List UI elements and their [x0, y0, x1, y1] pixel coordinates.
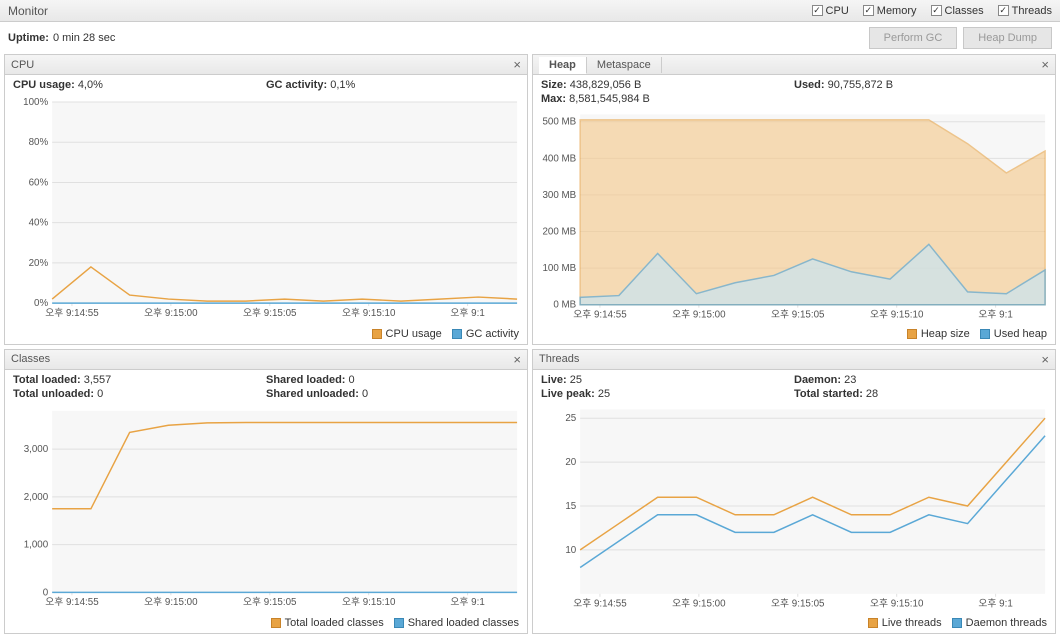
close-icon[interactable]: × [513, 352, 521, 367]
svg-text:25: 25 [565, 413, 576, 424]
threads-panel-title: Threads [539, 353, 579, 365]
swatch-orange-icon [271, 618, 281, 628]
svg-text:100%: 100% [23, 97, 48, 108]
svg-text:오후 9:15:05: 오후 9:15:05 [771, 597, 825, 609]
svg-text:오후 9:15:10: 오후 9:15:10 [870, 308, 924, 320]
tab-metaspace[interactable]: Metaspace [587, 57, 662, 73]
check-icon: ✓ [863, 5, 874, 16]
cpu-legend: CPU usage GC activity [5, 326, 527, 344]
svg-text:100 MB: 100 MB [542, 263, 576, 274]
svg-text:오후 9:1: 오후 9:1 [450, 596, 484, 608]
svg-text:오후 9:14:55: 오후 9:14:55 [573, 597, 627, 609]
heap-panel: Heap Metaspace × Size: 438,829,056 B Use… [532, 54, 1056, 345]
toolbar: Uptime: 0 min 28 sec Perform GC Heap Dum… [0, 22, 1060, 54]
threads-legend: Live threads Daemon threads [533, 615, 1055, 633]
svg-text:오후 9:15:00: 오후 9:15:00 [144, 307, 198, 319]
svg-text:15: 15 [565, 501, 576, 512]
svg-text:오후 9:15:05: 오후 9:15:05 [243, 596, 297, 608]
swatch-orange-icon [907, 329, 917, 339]
threads-chart: 10 15 20 25 오후 9:14:55 오후 9:15:00 오후 9:15:05 오후… [533, 402, 1055, 615]
svg-text:오후 9:15:10: 오후 9:15:10 [342, 307, 396, 319]
uptime-value: 0 min 28 sec [53, 32, 115, 44]
threads-panel-header: Threads × [533, 350, 1055, 370]
svg-text:40%: 40% [29, 218, 49, 229]
cpu-panel-header: CPU × [5, 55, 527, 75]
heap-legend: Heap size Used heap [533, 326, 1055, 344]
svg-text:60%: 60% [29, 177, 49, 188]
heap-dump-button[interactable]: Heap Dump [963, 27, 1052, 49]
svg-text:오후 9:15:00: 오후 9:15:00 [144, 596, 198, 608]
svg-text:오후 9:14:55: 오후 9:14:55 [573, 308, 627, 320]
swatch-blue-icon [452, 329, 462, 339]
classes-panel: Classes × Total loaded: 3,557 Shared loa… [4, 349, 528, 634]
threads-stats: Live: 25 Daemon: 23 Live peak: 25 Total … [533, 370, 1055, 402]
svg-text:오후 9:15:10: 오후 9:15:10 [870, 597, 924, 609]
svg-text:오후 9:14:55: 오후 9:14:55 [45, 307, 99, 319]
checkbox-cpu[interactable]: ✓CPU [812, 5, 849, 17]
header-checkboxes: ✓CPU ✓Memory ✓Classes ✓Threads [812, 5, 1052, 17]
swatch-blue-icon [394, 618, 404, 628]
close-icon[interactable]: × [513, 57, 521, 72]
classes-panel-title: Classes [11, 353, 50, 365]
svg-text:2,000: 2,000 [24, 492, 49, 503]
close-icon[interactable]: × [1041, 57, 1049, 72]
tab-heap[interactable]: Heap [539, 57, 587, 74]
svg-text:1,000: 1,000 [24, 539, 49, 550]
svg-text:오후 9:15:00: 오후 9:15:00 [672, 597, 726, 609]
classes-chart: 01,0002,0003,000오후 9:14:55오후 9:15:00오후 9… [5, 402, 527, 615]
svg-text:오후 9:1: 오후 9:1 [450, 307, 484, 319]
check-icon: ✓ [998, 5, 1009, 16]
heap-stats: Size: 438,829,056 B Used: 90,755,872 B M… [533, 75, 1055, 107]
cpu-panel-title: CPU [11, 59, 34, 71]
svg-text:20%: 20% [29, 258, 49, 269]
uptime-label: Uptime: [8, 32, 49, 44]
svg-text:오후 9:14:55: 오후 9:14:55 [45, 596, 99, 608]
classes-panel-header: Classes × [5, 350, 527, 370]
cpu-panel: CPU × CPU usage: 4,0% GC activity: 0,1% … [4, 54, 528, 345]
checkbox-classes[interactable]: ✓Classes [931, 5, 984, 17]
svg-text:오후 9:15:05: 오후 9:15:05 [243, 307, 297, 319]
panels-grid: CPU × CPU usage: 4,0% GC activity: 0,1% … [0, 54, 1060, 628]
monitor-header: Monitor ✓CPU ✓Memory ✓Classes ✓Threads [0, 0, 1060, 22]
svg-text:3,000: 3,000 [24, 444, 49, 455]
check-icon: ✓ [931, 5, 942, 16]
close-icon[interactable]: × [1041, 352, 1049, 367]
svg-text:오후 9:15:10: 오후 9:15:10 [342, 596, 396, 608]
checkbox-memory[interactable]: ✓Memory [863, 5, 917, 17]
perform-gc-button[interactable]: Perform GC [869, 27, 958, 49]
svg-text:10: 10 [565, 545, 576, 556]
svg-text:80%: 80% [29, 137, 49, 148]
cpu-chart: 0%20%40%60%80%100%오후 9:14:55오후 9:15:00오후… [5, 93, 527, 326]
svg-text:오후 9:1: 오후 9:1 [978, 308, 1012, 320]
svg-text:200 MB: 200 MB [542, 226, 576, 237]
svg-text:오후 9:15:00: 오후 9:15:00 [672, 308, 726, 320]
cpu-stats: CPU usage: 4,0% GC activity: 0,1% [5, 75, 527, 93]
swatch-orange-icon [868, 618, 878, 628]
check-icon: ✓ [812, 5, 823, 16]
classes-stats: Total loaded: 3,557 Shared loaded: 0 Tot… [5, 370, 527, 402]
monitor-title: Monitor [8, 4, 48, 18]
classes-legend: Total loaded classes Shared loaded class… [5, 615, 527, 633]
svg-text:오후 9:15:05: 오후 9:15:05 [771, 308, 825, 320]
swatch-blue-icon [952, 618, 962, 628]
heap-chart: 0 MB100 MB200 MB300 MB400 MB500 MB오후 9:1… [533, 107, 1055, 326]
threads-panel: Threads × Live: 25 Daemon: 23 Live peak:… [532, 349, 1056, 634]
svg-text:300 MB: 300 MB [542, 190, 576, 201]
svg-text:500 MB: 500 MB [542, 117, 576, 128]
heap-panel-header: Heap Metaspace × [533, 55, 1055, 75]
checkbox-threads[interactable]: ✓Threads [998, 5, 1052, 17]
svg-text:400 MB: 400 MB [542, 153, 576, 164]
swatch-orange-icon [372, 329, 382, 339]
svg-text:오후 9:1: 오후 9:1 [978, 597, 1012, 609]
swatch-blue-icon [980, 329, 990, 339]
svg-text:20: 20 [565, 457, 576, 468]
